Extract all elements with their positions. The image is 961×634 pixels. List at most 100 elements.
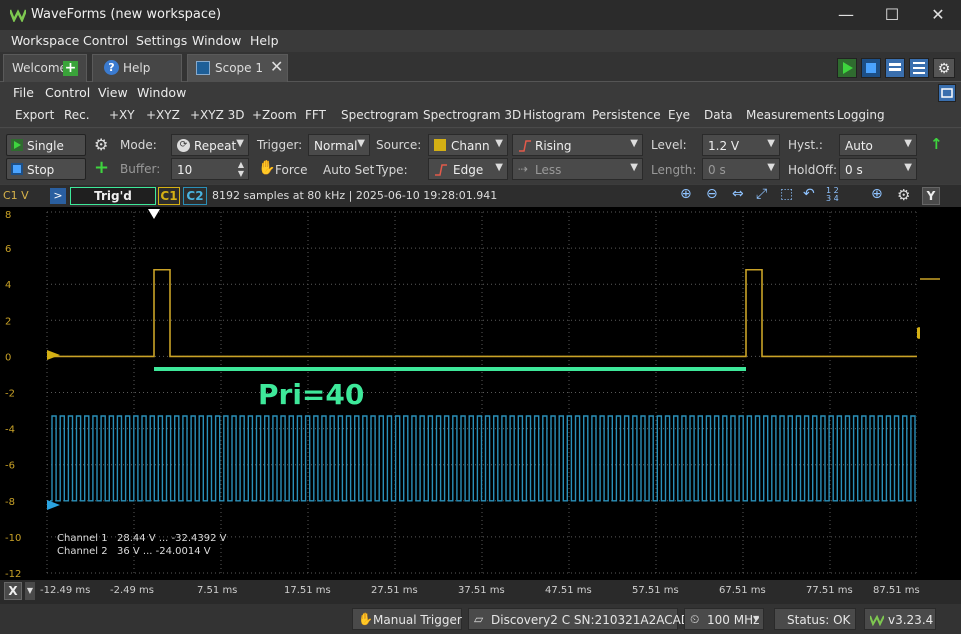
windows-icon (889, 63, 901, 71)
channel-2-toggle[interactable]: C2 (183, 187, 207, 205)
manual-trigger-label: Manual Trigger (373, 613, 462, 627)
single-button[interactable]: Single (6, 134, 86, 156)
length-label: Length: (651, 163, 697, 177)
add-buffer-icon[interactable]: + (94, 157, 109, 178)
manual-trigger-button[interactable]: ✋ Manual Trigger (352, 608, 462, 630)
stop-button[interactable]: Stop (6, 158, 86, 180)
magnifier-icon[interactable]: ⊕ (871, 186, 883, 202)
zoom-fit-icon[interactable]: ⤢ (756, 186, 767, 202)
dock-windows-icon[interactable] (938, 84, 956, 102)
status-button[interactable]: Status: OK (774, 608, 856, 630)
menu-settings[interactable]: Settings (136, 33, 187, 48)
undo-zoom-icon[interactable]: ↶ (803, 186, 815, 202)
level-input[interactable]: 1.2 V ▼ (702, 134, 780, 156)
tab-scope-1[interactable]: Scope 1 ✕ (187, 54, 288, 82)
tab-help[interactable]: ? Help (92, 54, 182, 82)
list-icon (913, 62, 925, 74)
add-xy-button[interactable]: +XY (109, 108, 135, 122)
status-label: Status: OK (787, 613, 851, 627)
channel-1-toggle[interactable]: C1 (158, 187, 180, 205)
x-tick-label: 27.51 ms (371, 585, 418, 596)
menu-window[interactable]: Window (192, 33, 241, 48)
persistence-button[interactable]: Persistence (592, 108, 661, 122)
hyst-input[interactable]: Auto ▼ (839, 134, 917, 156)
y-tick-label: -12 (5, 569, 21, 580)
channel-1-offset-marker (47, 350, 60, 360)
type-select[interactable]: Edge ▼ (428, 158, 508, 180)
x-axis-button[interactable]: X (4, 582, 22, 600)
close-tab-icon[interactable]: ✕ (270, 57, 283, 76)
minimize-button[interactable]: — (823, 0, 869, 30)
scope-menu-window[interactable]: Window (137, 85, 186, 100)
close-button[interactable]: ✕ (915, 0, 961, 30)
instrument-toolbar: Export Rec. +XY +XYZ +XYZ 3D +Zoom FFT S… (0, 104, 961, 128)
force-button[interactable]: Force (275, 163, 307, 177)
trigger-status-badge: Trig'd (70, 187, 156, 205)
trigger-mode-select[interactable]: Normal ▼ (308, 134, 370, 156)
run-button[interactable] (837, 58, 857, 78)
logging-button[interactable]: Logging (837, 108, 885, 122)
zoom-out-icon[interactable]: ⊖ (706, 186, 718, 202)
scope-menu-file[interactable]: File (13, 85, 34, 100)
tab-welcome[interactable]: Welcome + (3, 54, 87, 82)
source-select[interactable]: Channel 1 ▼ (428, 134, 508, 156)
data-button[interactable]: Data (704, 108, 733, 122)
mode-select[interactable]: ⟳ Repeat ▼ (171, 134, 249, 156)
waveforms-small-logo-icon (870, 614, 884, 626)
device-button[interactable]: ▱ Discovery2 C SN:210321A2ACAD (468, 608, 690, 630)
length-condition-select[interactable]: ⇢ Less ▼ (512, 158, 643, 180)
spectrogram-button[interactable]: Spectrogram (341, 108, 419, 122)
version-button[interactable]: v3.23.4 (864, 608, 936, 630)
add-zoom-button[interactable]: +Zoom (252, 108, 297, 122)
trigger-label: Trigger: (257, 138, 303, 152)
scope-menu-control[interactable]: Control (45, 85, 90, 100)
arrow-up-icon[interactable]: ↑ (930, 135, 943, 153)
zoom-area-icon[interactable]: ⬚ (780, 186, 793, 202)
scope-plot[interactable]: 8 6 4 2 0 -2 -4 -6 -8 -10 -12 Pri=40 Channel 1 28.… (0, 207, 943, 580)
add-xyz-3d-button[interactable]: +XYZ 3D (190, 108, 245, 122)
menu-workspace[interactable]: Workspace (11, 33, 79, 48)
scope-menu-view[interactable]: View (98, 85, 128, 100)
zoom-steps-icon[interactable]: 1 23 4 (826, 187, 839, 203)
rec-button[interactable]: Rec. (64, 108, 90, 122)
add-xyz-button[interactable]: +XYZ (146, 108, 180, 122)
trigger-level-strip[interactable] (907, 207, 961, 580)
measurements-button[interactable]: Measurements (746, 108, 835, 122)
condition-select[interactable]: Rising ▼ (512, 134, 643, 156)
list-button[interactable] (909, 58, 929, 78)
buffer-stepper[interactable]: 10 ▲ ▼ (171, 158, 249, 180)
zoom-in-icon[interactable]: ⊕ (680, 186, 692, 202)
plot-gear-icon[interactable]: ⚙ (897, 186, 910, 204)
trace-info-bar: C1 V > Trig'd C1 C2 8192 samples at 80 k… (0, 185, 961, 207)
menu-control[interactable]: Control (83, 33, 128, 48)
layout-button[interactable] (885, 58, 905, 78)
length-input[interactable]: 0 s ▼ (702, 158, 780, 180)
histogram-button[interactable]: Histogram (523, 108, 585, 122)
fft-button[interactable]: FFT (305, 108, 326, 122)
settings-gear-icon[interactable]: ⚙ (933, 58, 955, 78)
stop-square-button[interactable] (861, 58, 881, 78)
expand-arrow-icon[interactable]: > (50, 188, 66, 204)
export-button[interactable]: Export (15, 108, 54, 122)
mode-gear-icon[interactable]: ⚙ (94, 135, 108, 154)
x-axis-dropdown-icon[interactable]: ▼ (25, 582, 35, 600)
mode-value: Repeat (194, 139, 237, 153)
plus-icon[interactable]: + (63, 61, 78, 76)
clock-button[interactable]: ⏲ 100 MHz ▼ (684, 608, 764, 630)
auto-set-button[interactable]: Auto Set (323, 163, 374, 177)
chevron-down-icon: ▼ (630, 138, 638, 149)
x-tick-label: 37.51 ms (458, 585, 505, 596)
pan-icon[interactable]: ⇔ (732, 186, 744, 202)
y-tick-label: 4 (5, 280, 11, 291)
menu-help[interactable]: Help (250, 33, 279, 48)
holdoff-input[interactable]: 0 s ▼ (839, 158, 917, 180)
scope-icon (196, 61, 210, 75)
eye-button[interactable]: Eye (668, 108, 690, 122)
plot-canvas[interactable]: 8 6 4 2 0 -2 -4 -6 -8 -10 -12 Pri=40 Channel 1 28.… (0, 207, 943, 580)
maximize-button[interactable]: ☐ (869, 0, 915, 30)
edge-icon (435, 164, 447, 176)
stop-square-icon (11, 163, 23, 175)
stepper-arrows-icon[interactable]: ▲ ▼ (238, 160, 244, 178)
y-axis-button[interactable]: Y (922, 187, 940, 205)
spectrogram-3d-button[interactable]: Spectrogram 3D (423, 108, 521, 122)
